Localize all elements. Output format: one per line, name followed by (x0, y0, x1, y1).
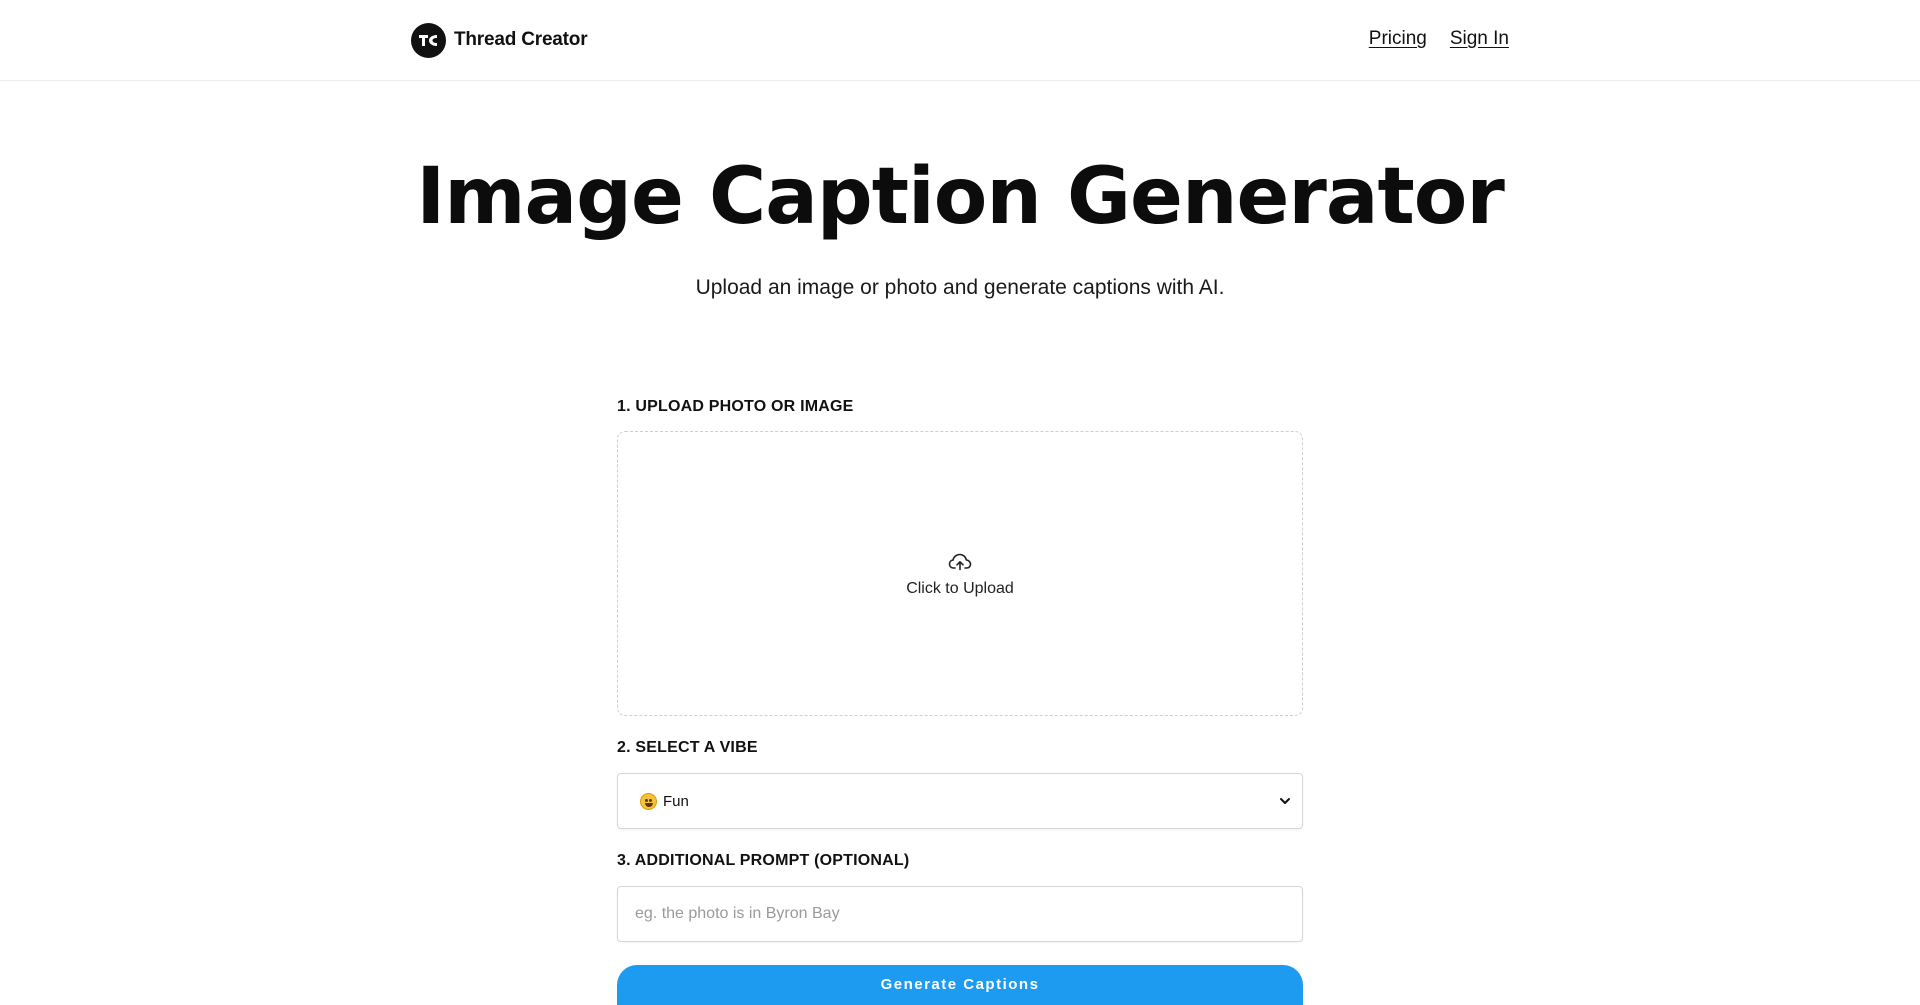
brand-name: Thread Creator (454, 29, 588, 50)
brand-link[interactable]: Thread Creator (411, 22, 588, 58)
caption-form: 1. UPLOAD PHOTO OR IMAGE Click to Upload… (617, 398, 1303, 1005)
chevron-down-icon (1280, 798, 1290, 804)
upload-prompt-text: Click to Upload (906, 579, 1014, 597)
additional-prompt-input[interactable] (617, 886, 1303, 942)
page-title: Image Caption Generator (416, 152, 1505, 242)
top-navbar: Thread Creator Pricing Sign In (0, 0, 1920, 81)
prompt-step-label: 3. ADDITIONAL PROMPT (OPTIONAL) (617, 852, 910, 869)
cloud-upload-icon (948, 553, 972, 570)
vibe-select[interactable]: Fun (617, 773, 1303, 829)
page-subtitle: Upload an image or photo and generate ca… (695, 276, 1225, 299)
upload-dropzone[interactable]: Click to Upload (617, 431, 1303, 716)
generate-captions-button[interactable]: Generate Captions (617, 965, 1303, 1005)
sign-in-link[interactable]: Sign In (1450, 28, 1509, 50)
grinning-face-icon (640, 792, 657, 810)
upload-step-label: 1. UPLOAD PHOTO OR IMAGE (617, 398, 854, 415)
header-nav: Pricing Sign In (1369, 28, 1509, 50)
thread-creator-logo-icon (411, 22, 446, 58)
vibe-selected-value: Fun (663, 792, 689, 810)
vibe-step-label: 2. SELECT A VIBE (617, 739, 758, 756)
pricing-link[interactable]: Pricing (1369, 28, 1427, 50)
